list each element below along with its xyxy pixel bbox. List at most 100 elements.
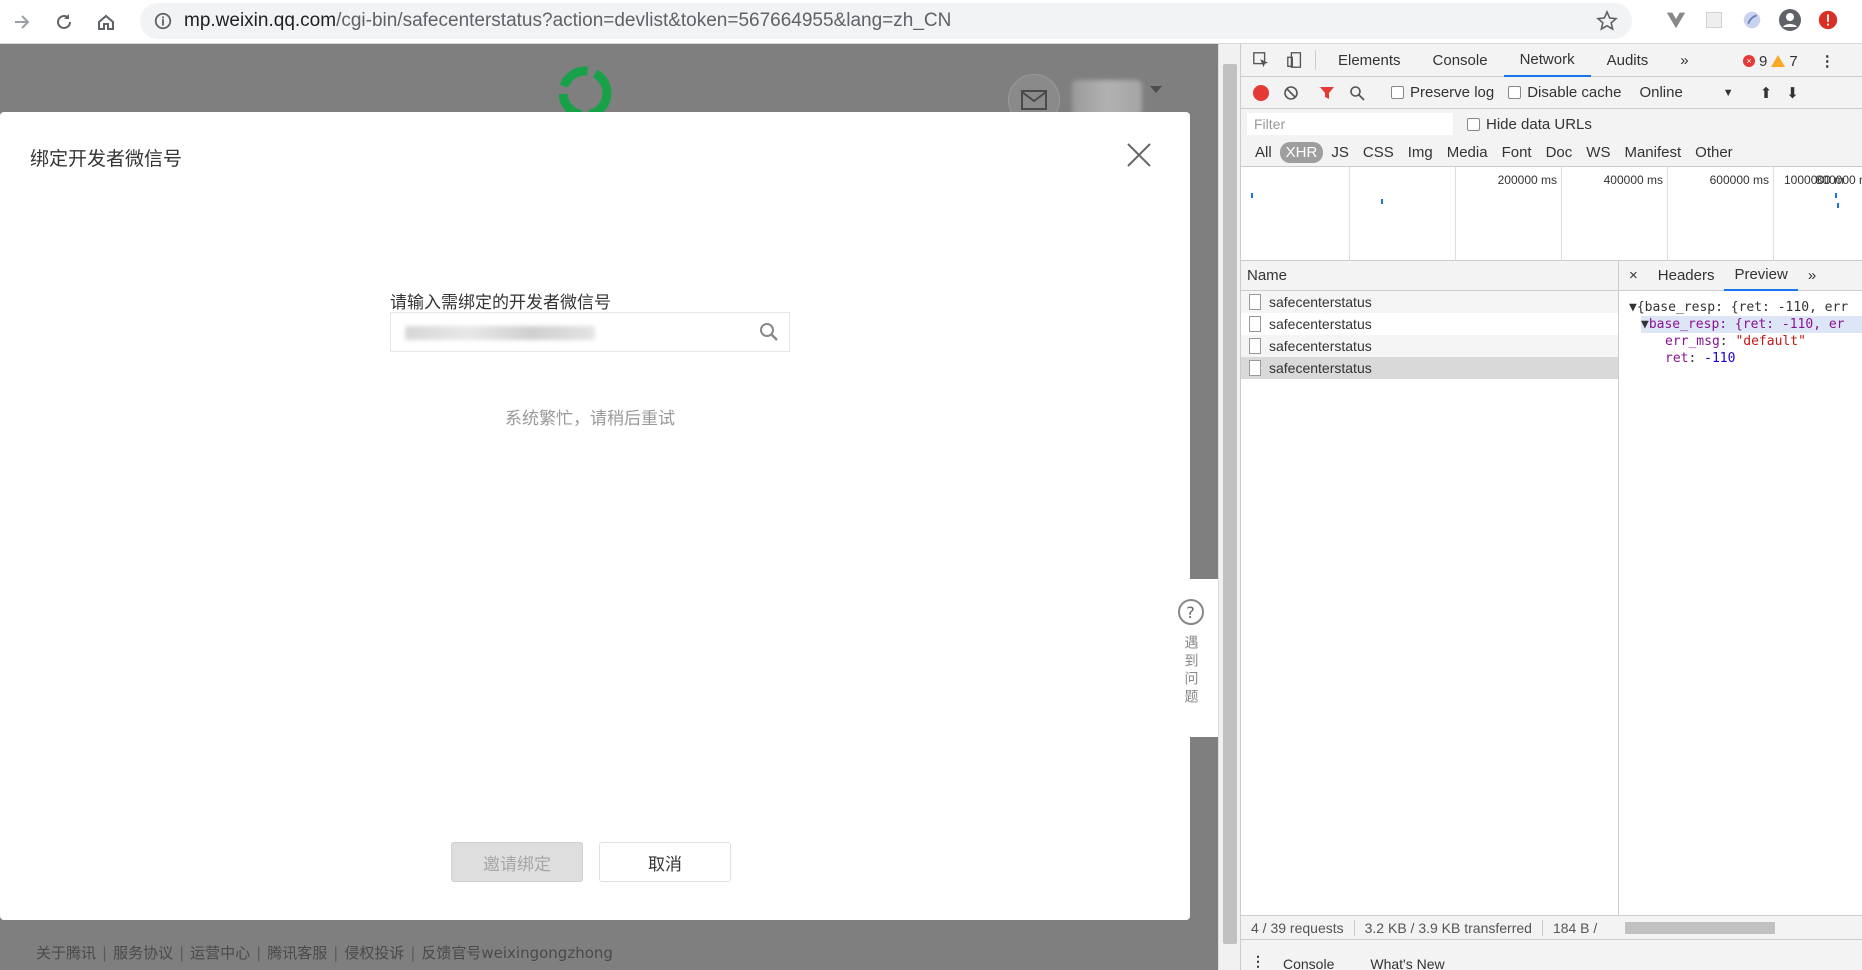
footer-link-feedback[interactable]: 反馈官号weixingongzhong	[421, 944, 613, 962]
request-name: safecenterstatus	[1269, 316, 1372, 332]
device-toggle-icon[interactable]	[1281, 46, 1309, 74]
chevron-down-icon: ▼	[1722, 86, 1734, 99]
json-base-resp-line[interactable]: ▼base_resp: {ret: -110, er	[1641, 316, 1862, 333]
drawer-tab-console[interactable]: Console	[1265, 956, 1352, 970]
name-column-header[interactable]: Name	[1241, 261, 1618, 291]
request-name: safecenterstatus	[1269, 338, 1372, 354]
export-har-icon[interactable]: ⬇	[1786, 84, 1799, 102]
request-row[interactable]: safecenterstatus	[1241, 313, 1618, 335]
kebab-menu-icon[interactable]: ⋮	[1820, 52, 1835, 70]
document-icon	[1249, 360, 1261, 376]
forward-icon[interactable]	[2, 2, 42, 42]
tab-audits[interactable]: Audits	[1591, 44, 1665, 77]
help-feedback-tab[interactable]: ? 遇到问题	[1163, 579, 1218, 737]
filter-input[interactable]: Filter	[1247, 113, 1453, 135]
tab-network[interactable]: Network	[1503, 44, 1591, 77]
search-icon[interactable]	[1349, 85, 1365, 101]
drawer-menu-icon[interactable]: ⋮	[1251, 953, 1265, 970]
drawer-tab-whats-new[interactable]: What's New	[1352, 956, 1462, 970]
bookmark-star-icon[interactable]	[1596, 10, 1618, 32]
request-name: safecenterstatus	[1269, 360, 1372, 376]
request-name: safecenterstatus	[1269, 294, 1372, 310]
footer-link-service[interactable]: 服务协议	[113, 944, 173, 962]
chevron-down-icon[interactable]	[1150, 86, 1162, 93]
type-ws[interactable]: WS	[1580, 142, 1616, 163]
cancel-button[interactable]: 取消	[599, 842, 731, 882]
issue-counts[interactable]: × 9 7 ⋮	[1743, 52, 1835, 70]
checkbox[interactable]	[1391, 86, 1404, 99]
preserve-log-checkbox[interactable]: Preserve log	[1391, 84, 1494, 101]
reload-icon[interactable]	[44, 2, 84, 42]
checkbox[interactable]	[1508, 86, 1522, 99]
web-page: 绑定开发者微信号 请输入需绑定的开发者微信号 系统繁忙，请稍后重试 邀请绑定 取…	[0, 44, 1218, 970]
hide-data-urls-label: Hide data URLs	[1486, 115, 1592, 133]
address-bar[interactable]: mp.weixin.qq.com/cgi-bin/safecenterstatu…	[140, 3, 1632, 39]
devtools-drawer: ⋮ Console What's New	[1241, 939, 1862, 970]
type-other[interactable]: Other	[1689, 142, 1739, 163]
filter-icon[interactable]	[1319, 85, 1335, 101]
warning-count: 7	[1789, 52, 1798, 70]
clear-icon[interactable]	[1283, 85, 1299, 101]
error-count: 9	[1759, 52, 1768, 70]
json-root-line[interactable]: ▼{base_resp: {ret: -110, err	[1629, 299, 1862, 316]
footer-link-support[interactable]: 腾讯客服	[267, 944, 327, 962]
tab-preview[interactable]: Preview	[1724, 261, 1798, 291]
search-icon[interactable]	[759, 322, 779, 342]
type-xhr[interactable]: XHR	[1279, 142, 1324, 163]
overview-column: 600000 ms	[1561, 167, 1769, 261]
type-font[interactable]: Font	[1496, 142, 1538, 163]
error-message: 系统繁忙，请稍后重试	[505, 409, 675, 429]
close-icon[interactable]	[1126, 142, 1152, 168]
import-har-icon[interactable]: ⬆	[1760, 84, 1773, 102]
footer-link-complaint[interactable]: 侵权投诉	[344, 944, 404, 962]
extension-icons	[1664, 8, 1840, 32]
warning-icon	[1771, 55, 1786, 67]
notification-icon[interactable]	[1816, 8, 1840, 32]
type-manifest[interactable]: Manifest	[1618, 142, 1687, 163]
account-icon[interactable]	[1778, 8, 1802, 32]
network-toolbar: Preserve log Disable cache Online ▼ ⬆ ⬇	[1241, 77, 1862, 109]
type-js[interactable]: JS	[1325, 142, 1355, 163]
request-row[interactable]: safecenterstatus	[1241, 335, 1618, 357]
footer-link-about[interactable]: 关于腾讯	[36, 944, 96, 962]
request-row[interactable]: safecenterstatus	[1241, 291, 1618, 313]
type-css[interactable]: CSS	[1357, 142, 1400, 163]
input-label: 请输入需绑定的开发者微信号	[390, 293, 611, 313]
footer-separator: |	[333, 944, 339, 962]
close-pane-icon[interactable]: ×	[1619, 261, 1648, 291]
request-row-selected[interactable]: safecenterstatus	[1241, 357, 1618, 379]
type-media[interactable]: Media	[1441, 142, 1494, 163]
more-tabs-icon[interactable]: »	[1664, 44, 1704, 77]
json-tree[interactable]: ▼{base_resp: {ret: -110, err ▼base_resp:…	[1619, 291, 1862, 367]
scrollbar-thumb[interactable]	[1223, 64, 1237, 944]
page-footer: 关于腾讯 | 服务协议 | 运营中心 | 腾讯客服 | 侵权投诉 | 反馈官号weixingongz…	[36, 942, 613, 963]
site-info-icon[interactable]	[152, 10, 174, 32]
tab-headers[interactable]: Headers	[1648, 261, 1725, 291]
horizontal-scrollbar[interactable]	[1625, 922, 1775, 934]
json-key: ret	[1665, 351, 1689, 366]
tab-elements[interactable]: Elements	[1322, 44, 1417, 77]
transfer-size: 3.2 KB / 3.9 KB transferred	[1364, 919, 1532, 936]
browser-toolbar: mp.weixin.qq.com/cgi-bin/safecenterstatu…	[0, 0, 1862, 44]
vue-devtools-icon[interactable]	[1664, 8, 1688, 32]
checkbox[interactable]	[1467, 117, 1480, 131]
record-icon[interactable]	[1253, 84, 1269, 101]
home-icon[interactable]	[86, 2, 126, 42]
extension-globe-icon[interactable]	[1740, 8, 1764, 32]
page-scrollbar[interactable]	[1218, 44, 1240, 970]
avatar[interactable]	[1072, 80, 1142, 116]
footer-link-operations[interactable]: 运营中心	[190, 944, 250, 962]
extension-blank-icon[interactable]	[1702, 8, 1726, 32]
network-overview-timeline[interactable]: 200000 ms 400000 ms 600000 ms 800000 ms …	[1241, 167, 1862, 261]
tab-console[interactable]: Console	[1417, 44, 1504, 77]
type-doc[interactable]: Doc	[1540, 142, 1579, 163]
throttle-select[interactable]: Online ▼	[1639, 84, 1733, 101]
more-tabs-icon[interactable]: »	[1798, 261, 1826, 291]
disable-cache-checkbox[interactable]: Disable cache	[1508, 84, 1621, 101]
type-all[interactable]: All	[1249, 142, 1278, 163]
invite-bind-button[interactable]: 邀请绑定	[451, 842, 583, 882]
hide-data-urls-checkbox[interactable]: Hide data URLs	[1467, 116, 1592, 133]
type-img[interactable]: Img	[1402, 142, 1439, 163]
inspect-element-icon[interactable]	[1247, 46, 1275, 74]
divider	[1541, 919, 1543, 936]
